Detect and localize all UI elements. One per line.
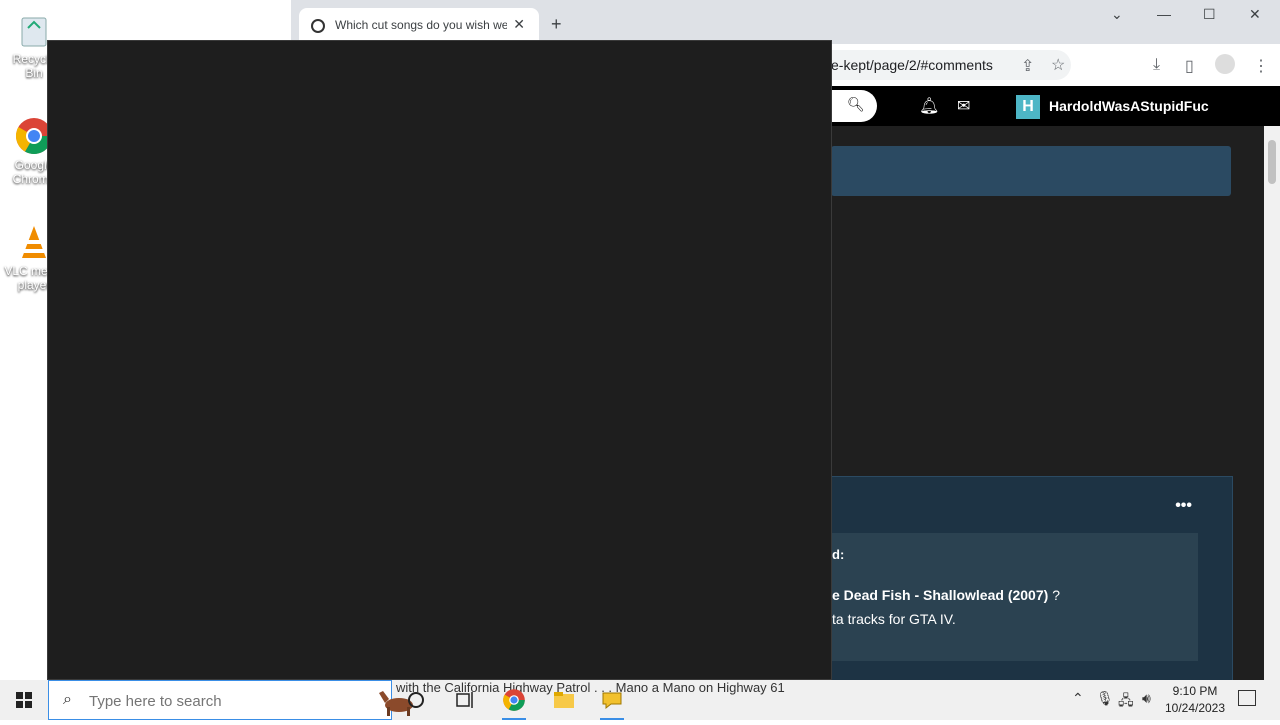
menu-kebab-icon[interactable]: ⋮ [1253, 56, 1269, 76]
comment-post: ••• d: e Dead Fish - Shallowlead (2007) … [831, 476, 1233, 682]
quote-song-line: e Dead Fish - Shallowlead (2007) ? [832, 587, 1060, 603]
taskbar-search-input[interactable] [87, 689, 311, 713]
url-text: e-kept/page/2/#comments [831, 57, 993, 73]
volume-icon[interactable]: 🔊︎ [1142, 690, 1151, 707]
username-menu[interactable]: HardoldWasAStupidFuc [1049, 98, 1209, 114]
side-panel-icon[interactable]: ▯ [1185, 56, 1194, 76]
site-favicon-icon [311, 19, 325, 33]
start-button[interactable] [0, 680, 48, 720]
quote-tracks-line: ta tracks for GTA IV. [832, 611, 956, 627]
thread-banner [831, 146, 1231, 196]
blank-dark-window[interactable] [47, 40, 832, 680]
close-window-button[interactable]: ✕ [1249, 6, 1261, 23]
clock-time: 9:10 PM [1172, 684, 1218, 698]
search-icon: ⌕ [63, 691, 72, 708]
messages-envelope-icon[interactable]: ✉ [957, 96, 970, 116]
tab-active[interactable]: Which cut songs do you wish we ✕ [299, 8, 539, 44]
taskbar-search[interactable]: ⌕ [48, 680, 413, 720]
profile-icon[interactable] [1215, 54, 1235, 74]
tab-close-button[interactable]: ✕ [513, 16, 525, 33]
microphone-icon[interactable]: 🎙︎ [1096, 690, 1114, 707]
notifications-bell-icon[interactable]: 🔔︎ [919, 96, 939, 116]
tab-search-button[interactable]: ⌄ [1111, 6, 1123, 23]
chat-app-icon[interactable] [600, 688, 624, 720]
share-icon[interactable]: ⇪ [1021, 56, 1034, 76]
tab-title: Which cut songs do you wish we [335, 18, 507, 32]
notification-center-icon[interactable] [1238, 690, 1256, 706]
question-mark: ? [1052, 587, 1060, 603]
taskbar: ⌕ with the California Highway Patrol . .… [0, 680, 1280, 720]
scrollbar-thumb[interactable] [1268, 140, 1276, 184]
page-scrollbar[interactable] [1264, 126, 1280, 680]
minimize-button[interactable]: — [1157, 6, 1171, 22]
chrome-taskbar-icon[interactable] [502, 688, 526, 720]
post-menu-button[interactable]: ••• [1175, 497, 1192, 515]
file-explorer-icon[interactable] [552, 688, 576, 712]
download-icon[interactable]: ⤓ [1153, 56, 1160, 74]
windows-logo-icon [16, 692, 32, 708]
network-icon[interactable]: 🖧 [1118, 690, 1134, 714]
cortana-icon[interactable] [404, 688, 428, 712]
tab-strip: Which cut songs do you wish we ✕ + ⌄ — ☐… [291, 0, 1280, 44]
search-icon: 🔍︎ [847, 96, 865, 112]
show-hidden-icons-chevron-icon[interactable]: ⌃ [1072, 690, 1084, 707]
new-tab-button[interactable]: + [551, 14, 562, 35]
bookmark-star-icon[interactable]: ☆ [1051, 55, 1065, 75]
system-clock[interactable]: 9:10 PM 10/24/2023 [1162, 683, 1228, 717]
maximize-button[interactable]: ☐ [1203, 6, 1216, 23]
quote-block: d: e Dead Fish - Shallowlead (2007) ? ta… [832, 533, 1198, 661]
song-title: e Dead Fish - Shallowlead (2007) [832, 587, 1049, 603]
clock-date: 10/24/2023 [1164, 701, 1226, 715]
avatar[interactable]: H [1016, 95, 1040, 119]
quote-author-said: d: [832, 547, 845, 562]
task-view-icon[interactable] [452, 688, 476, 712]
